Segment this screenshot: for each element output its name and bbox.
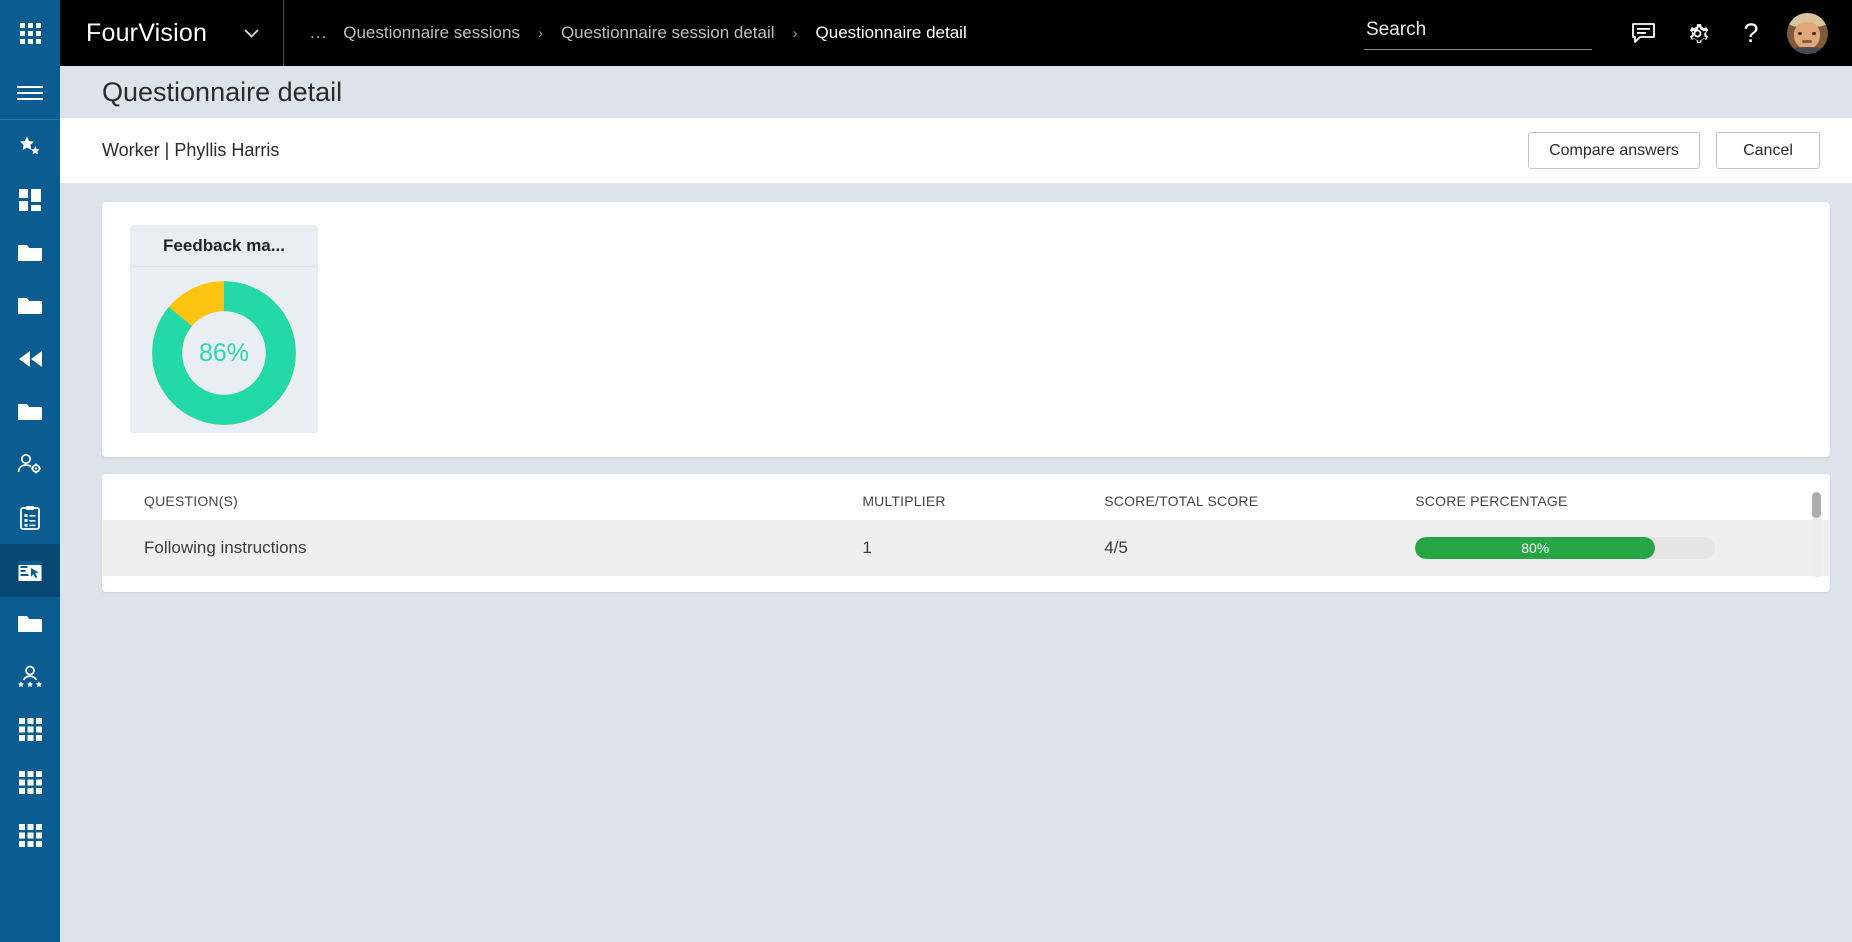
questionnaire-board-icon[interactable]: [0, 544, 60, 597]
breadcrumb-item-questionnaire-session-detail[interactable]: Questionnaire session detail: [551, 23, 785, 43]
column-header-multiplier[interactable]: MULTIPLIER: [862, 474, 1104, 520]
folder-icon[interactable]: [0, 385, 60, 438]
user-settings-icon[interactable]: [0, 438, 60, 491]
scrollbar-thumb[interactable]: [1812, 492, 1821, 518]
table-row[interactable]: Following instructions 1 4/5 80%: [102, 520, 1830, 576]
breadcrumb-overflow[interactable]: ...: [304, 23, 333, 43]
breadcrumb-item-questionnaire-sessions[interactable]: Questionnaire sessions: [333, 23, 530, 43]
help-question-icon[interactable]: ?: [1724, 0, 1778, 66]
hamburger-glyph: [17, 86, 43, 100]
main-content: Questionnaire detail Worker | Phyllis Ha…: [60, 66, 1852, 942]
breadcrumb-separator-icon: ›: [530, 25, 551, 42]
brand-title[interactable]: FourVision: [60, 19, 207, 48]
folder-icon[interactable]: [0, 226, 60, 279]
cancel-button[interactable]: Cancel: [1716, 132, 1820, 169]
grid-modules-icon[interactable]: [0, 809, 60, 862]
hamburger-menu-icon[interactable]: [0, 66, 60, 120]
feedback-matrix-tile[interactable]: Feedback ma... 86%: [130, 225, 318, 433]
body-row: Questionnaire detail Worker | Phyllis Ha…: [0, 66, 1852, 942]
table-body: Following instructions 1 4/5 80%: [102, 520, 1830, 576]
worker-subtitle: Worker | Phyllis Harris: [102, 140, 279, 161]
breadcrumb-item-questionnaire-detail[interactable]: Questionnaire detail: [806, 23, 977, 43]
table-header-row: QUESTION(S) MULTIPLIER SCORE/TOTAL SCORE…: [102, 474, 1830, 520]
chevron-down-icon[interactable]: [237, 18, 265, 48]
chart-card: Feedback ma... 86%: [102, 202, 1830, 457]
cell-question: Following instructions: [102, 520, 862, 576]
breadcrumb-separator-icon: ›: [785, 25, 806, 42]
top-bar-actions: ?: [1364, 0, 1852, 66]
left-navigation-rail: [0, 66, 60, 942]
dashboard-tiles-icon[interactable]: [0, 173, 60, 226]
top-navigation-bar: FourVision ... Questionnaire sessions › …: [0, 0, 1852, 66]
folder-icon[interactable]: [0, 597, 60, 650]
user-rating-stars-icon[interactable]: [0, 650, 60, 703]
grid-modules-icon[interactable]: [0, 703, 60, 756]
compare-answers-button[interactable]: Compare answers: [1528, 132, 1700, 169]
score-progress-fill: 80%: [1415, 537, 1655, 559]
waffle-icon-glyph: [20, 23, 41, 44]
search-container: [1364, 17, 1592, 50]
questions-table-card: QUESTION(S) MULTIPLIER SCORE/TOTAL SCORE…: [102, 474, 1830, 592]
grid-modules-icon[interactable]: [0, 756, 60, 809]
folder-icon[interactable]: [0, 279, 60, 332]
column-header-score-total[interactable]: SCORE/TOTAL SCORE: [1104, 474, 1415, 520]
cell-score-percentage: 80%: [1415, 520, 1830, 576]
rewind-double-arrow-icon[interactable]: [0, 332, 60, 385]
column-header-questions[interactable]: QUESTION(S): [102, 474, 862, 520]
donut-center-label: 86%: [149, 278, 299, 428]
content-area: Feedback ma... 86%: [60, 184, 1852, 942]
questions-table: QUESTION(S) MULTIPLIER SCORE/TOTAL SCORE…: [102, 474, 1830, 576]
cell-score-total: 4/5: [1104, 520, 1415, 576]
column-header-score-percentage[interactable]: SCORE PERCENTAGE: [1415, 474, 1830, 520]
settings-gear-icon[interactable]: [1670, 0, 1724, 66]
clipboard-list-icon[interactable]: [0, 491, 60, 544]
vertical-scrollbar[interactable]: [1812, 492, 1821, 577]
app-root: FourVision ... Questionnaire sessions › …: [0, 0, 1852, 942]
score-progress-bar: 80%: [1415, 537, 1715, 559]
help-question-glyph: ?: [1743, 20, 1758, 47]
cell-multiplier: 1: [862, 520, 1104, 576]
page-title: Questionnaire detail: [102, 77, 342, 108]
action-bar: Worker | Phyllis Harris Compare answers …: [60, 118, 1852, 184]
user-avatar[interactable]: [1778, 0, 1836, 66]
avatar-image: [1787, 13, 1828, 54]
table-header: QUESTION(S) MULTIPLIER SCORE/TOTAL SCORE…: [102, 474, 1830, 520]
page-title-band: Questionnaire detail: [60, 66, 1852, 118]
app-launcher-grid-icon[interactable]: [0, 0, 60, 66]
tile-title: Feedback ma...: [163, 236, 285, 256]
donut-chart: 86%: [149, 278, 299, 428]
tile-header: Feedback ma...: [130, 225, 318, 267]
score-progress-label: 80%: [1521, 540, 1549, 556]
search-input[interactable]: [1364, 17, 1592, 50]
feedback-chat-icon[interactable]: [1616, 0, 1670, 66]
action-buttons: Compare answers Cancel: [1528, 132, 1820, 169]
breadcrumb: ... Questionnaire sessions › Questionnai…: [284, 23, 977, 43]
favorites-star-icon[interactable]: [0, 120, 60, 173]
